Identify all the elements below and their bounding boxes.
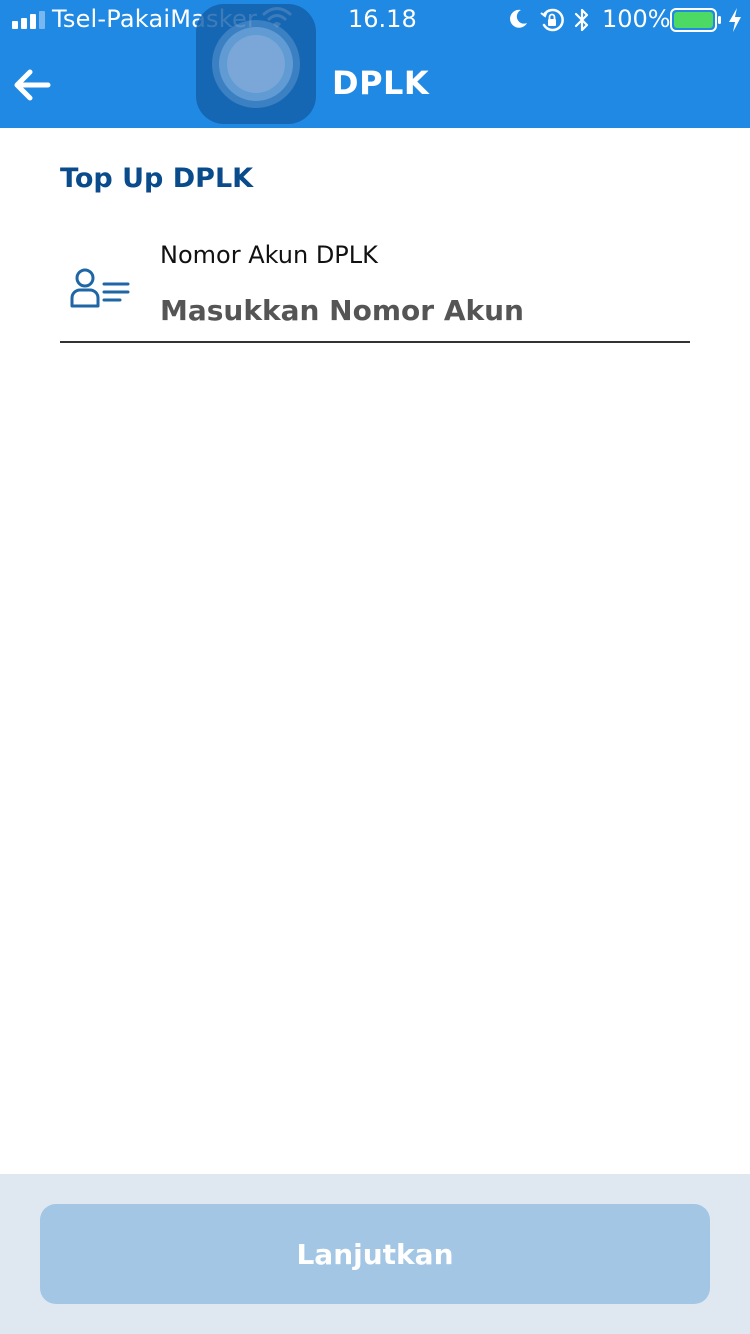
account-number-input[interactable] bbox=[160, 288, 680, 332]
battery-percentage: 100% bbox=[602, 5, 671, 33]
account-number-label: Nomor Akun DPLK bbox=[160, 241, 378, 269]
battery-icon bbox=[670, 8, 721, 32]
status-bar: Tsel-PakaiMasker 16.18 100% bbox=[0, 0, 750, 40]
user-list-icon bbox=[70, 268, 130, 308]
app-header: Tsel-PakaiMasker 16.18 100% DPLK bbox=[0, 0, 750, 128]
charging-bolt-icon bbox=[729, 8, 741, 32]
page-title: DPLK bbox=[332, 64, 430, 102]
bluetooth-icon bbox=[574, 8, 589, 32]
back-button[interactable] bbox=[10, 62, 56, 108]
orientation-lock-icon bbox=[540, 8, 564, 32]
assistive-touch-core bbox=[227, 35, 285, 93]
assistive-touch-button[interactable] bbox=[196, 4, 316, 124]
field-underline bbox=[60, 341, 690, 343]
do-not-disturb-moon-icon bbox=[510, 9, 527, 28]
arrow-left-icon bbox=[14, 69, 51, 101]
signal-strength-icon bbox=[12, 11, 45, 29]
section-title: Top Up DPLK bbox=[60, 163, 254, 194]
status-time: 16.18 bbox=[348, 5, 417, 33]
continue-button[interactable]: Lanjutkan bbox=[40, 1204, 710, 1304]
